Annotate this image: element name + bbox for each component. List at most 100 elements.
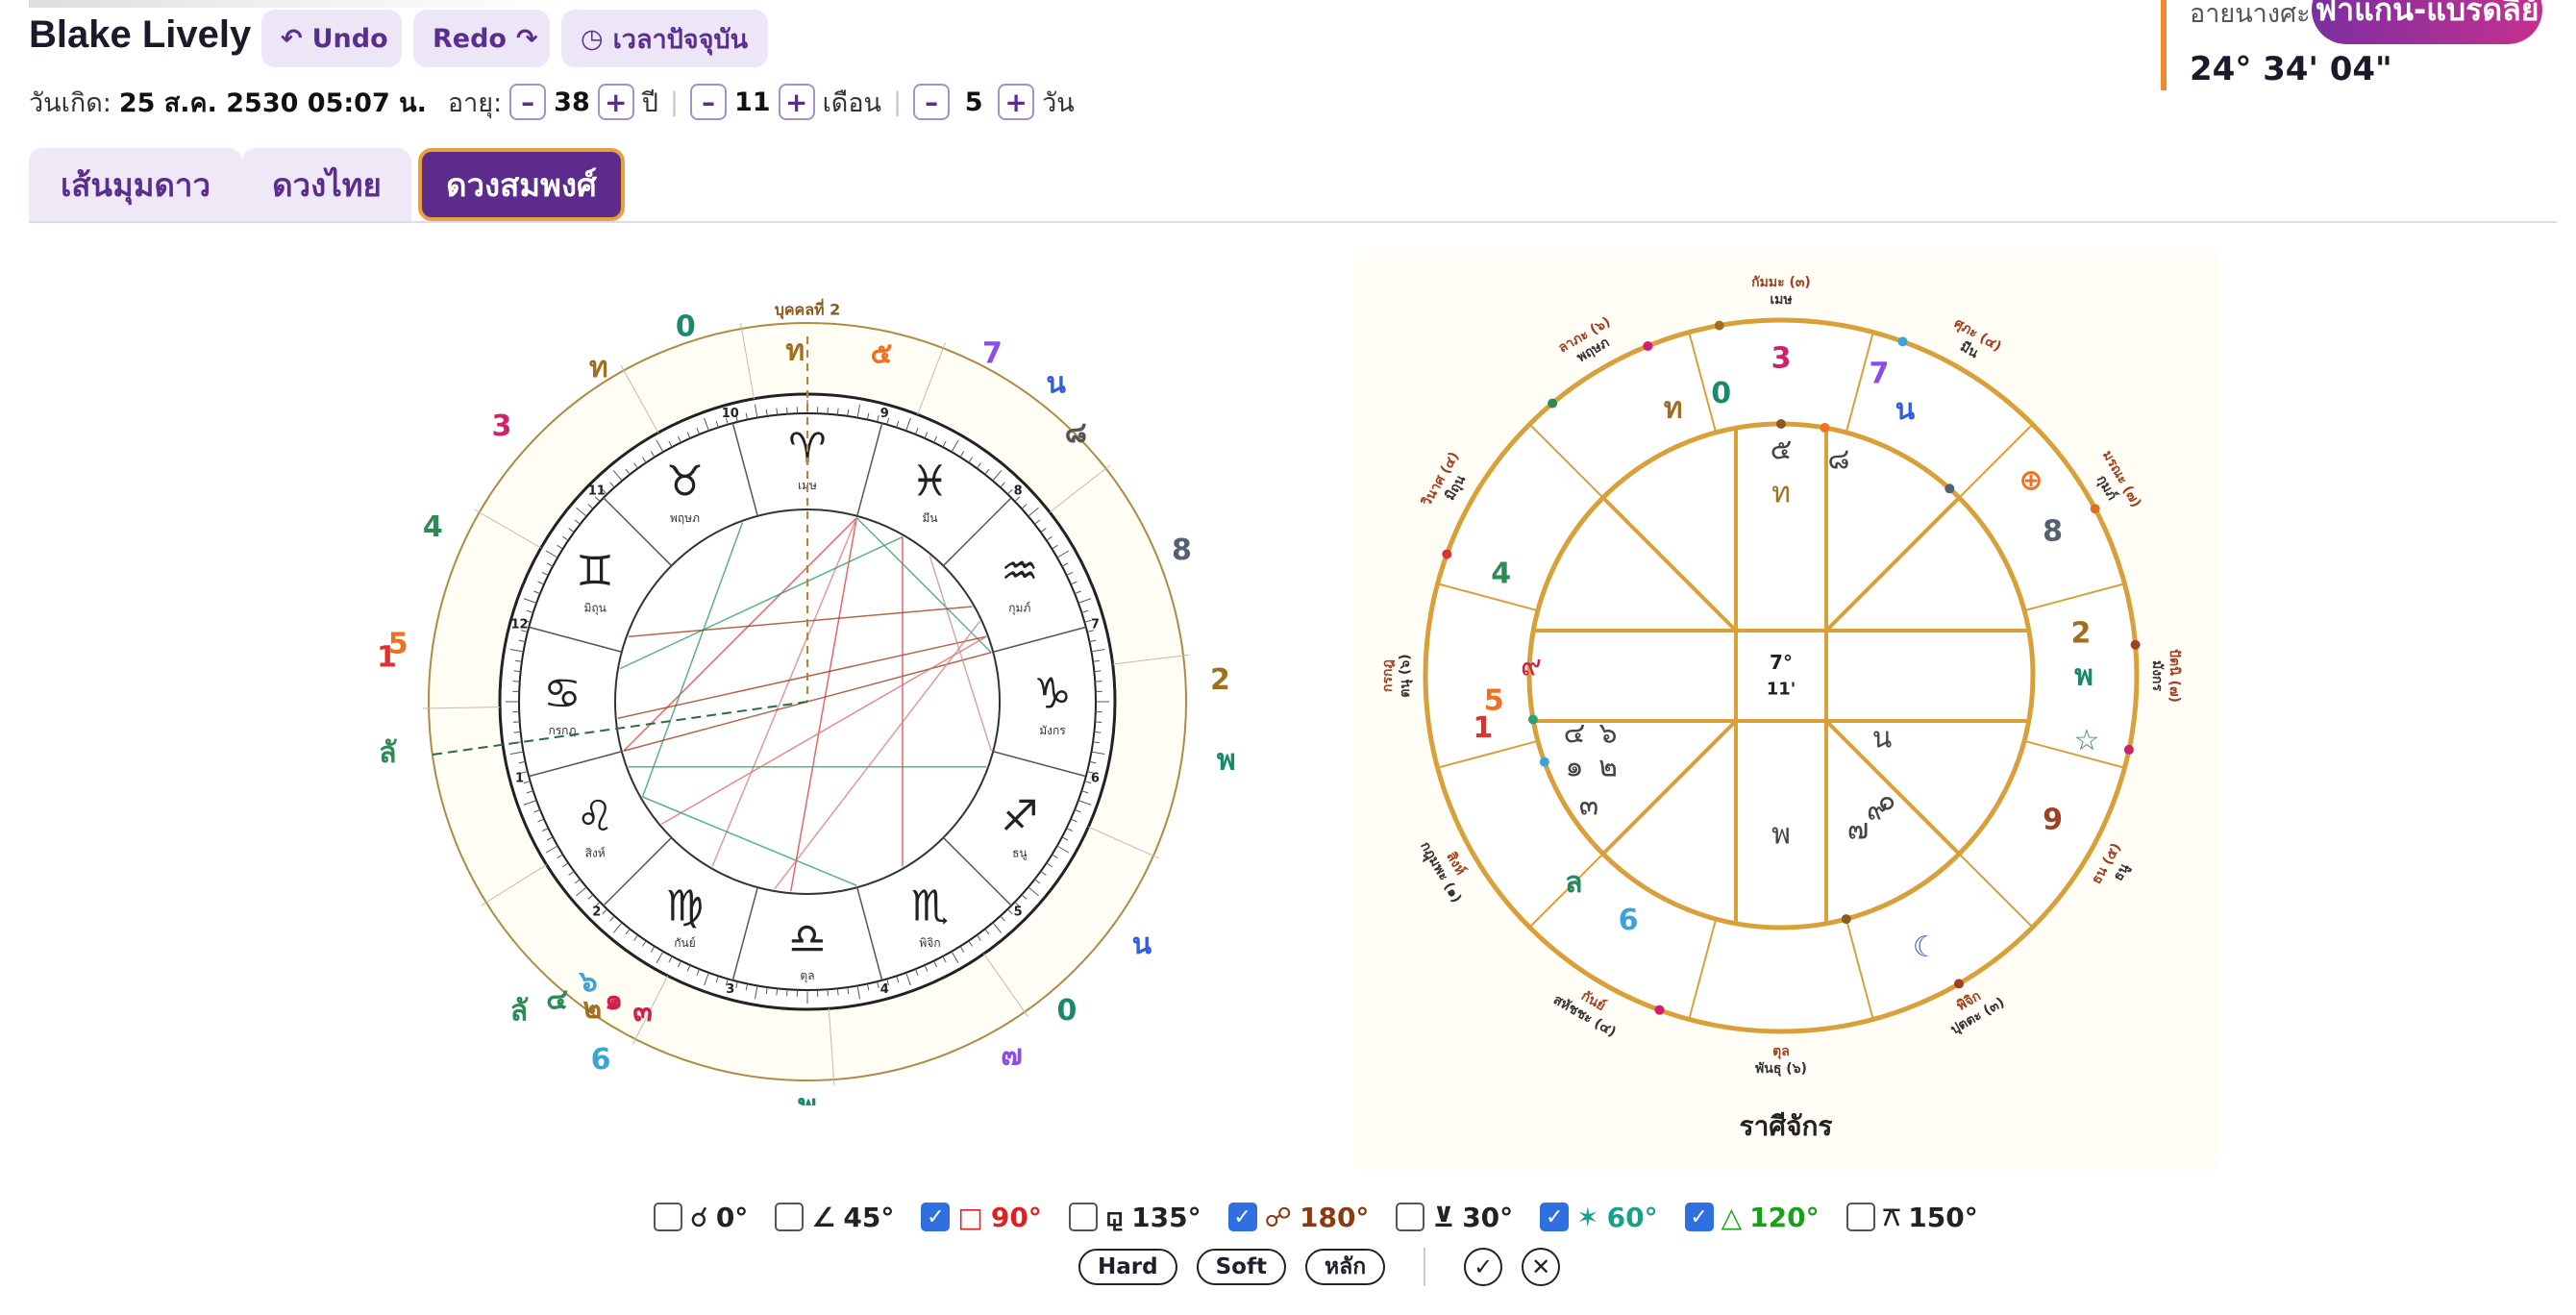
synastry-wheel: ♈เมษ♉พฤษภ♊มิถุน♋กรกฎ♌สิงห์♍กันย์♎ตุล♏พิจ… bbox=[377, 299, 1236, 1106]
top-edge-fade bbox=[29, 0, 567, 8]
clock-icon: ◷ bbox=[581, 23, 604, 54]
rasi-inner-label: ๘ bbox=[1827, 443, 1849, 477]
house-number: 6 bbox=[1091, 772, 1100, 786]
rasi-dot bbox=[1776, 419, 1786, 429]
ayanamsa-value: 24° 34' 04" bbox=[2190, 50, 2392, 88]
months-minus-button[interactable]: – bbox=[690, 84, 727, 120]
aspect-group-row: Hard Soft หลัก ✓ ✕ bbox=[1078, 1246, 1561, 1288]
birth-value: 25 ส.ค. 2530 05:07 น. bbox=[118, 87, 427, 118]
sign-glyph: ♒ bbox=[1001, 547, 1038, 596]
select-all-button[interactable]: ✓ bbox=[1464, 1248, 1503, 1286]
aspect-label: 90° bbox=[990, 1201, 1042, 1233]
rasi-dot bbox=[2090, 504, 2100, 514]
aspect-toggle[interactable]: ⚼ 135° bbox=[1068, 1201, 1201, 1233]
aspect-symbol-icon: ⚼ bbox=[1104, 1201, 1125, 1232]
rasi-planet-label: 5 bbox=[1484, 684, 1504, 718]
rasi-dot bbox=[1442, 549, 1452, 559]
aspect-checkbox[interactable] bbox=[1396, 1203, 1425, 1231]
sign-name: สิงห์ bbox=[585, 847, 606, 860]
aspect-label: 30° bbox=[1462, 1201, 1514, 1233]
planet-label: น bbox=[1046, 367, 1066, 401]
days-minus-button[interactable]: – bbox=[913, 84, 951, 120]
tab-synastry[interactable]: ดวงสมพงศ์ bbox=[418, 148, 625, 221]
aspect-toggle[interactable]: ⊻ 30° bbox=[1396, 1202, 1513, 1233]
sign-name: พิจิก bbox=[919, 936, 940, 950]
planet-label: 4 bbox=[423, 510, 443, 544]
person2-label: บุคคลที่ 2 bbox=[775, 299, 841, 320]
aspect-symbol-icon: ∠ bbox=[811, 1201, 836, 1233]
rasi-dot bbox=[1841, 914, 1851, 925]
planet-label: ๕ bbox=[871, 337, 893, 371]
planet-label: 3 bbox=[491, 409, 511, 443]
aspect-toggle[interactable]: ✓ □ 90° bbox=[921, 1201, 1042, 1233]
months-plus-button[interactable]: + bbox=[778, 84, 815, 120]
rasi-wheel: 7°11'กัมมะ (๓)เมษศุภะ (๔)มีนมรณะ (๗)กุมภ… bbox=[1380, 275, 2182, 1077]
hard-filter-button[interactable]: Hard bbox=[1078, 1249, 1177, 1285]
aspect-checkbox[interactable] bbox=[1845, 1203, 1875, 1231]
aspect-checkbox[interactable]: ✓ bbox=[1684, 1203, 1714, 1231]
sign-name: มังกร bbox=[1039, 724, 1066, 737]
undo-button[interactable]: ↶ Undo bbox=[261, 10, 402, 67]
aspect-symbol-icon: ⊻ bbox=[1432, 1201, 1455, 1233]
aspect-checkbox[interactable]: ✓ bbox=[921, 1203, 951, 1231]
sign-name: กุมภ์ bbox=[1008, 602, 1030, 616]
tab-thai-chart[interactable]: ดวงไทย bbox=[242, 148, 411, 221]
aspect-checkbox[interactable] bbox=[775, 1203, 805, 1231]
planet-label: 6 bbox=[591, 1043, 611, 1077]
sign-name: มิถุน bbox=[583, 602, 606, 616]
rasi-inner-label: น bbox=[1872, 722, 1893, 756]
planet-label: ๔ bbox=[546, 983, 568, 1017]
aspect-label: 150° bbox=[1908, 1201, 1978, 1233]
tab-underline bbox=[29, 221, 2557, 223]
birth-label: วันเกิด: bbox=[29, 87, 111, 118]
redo-button[interactable]: Redo ↷ bbox=[413, 10, 550, 67]
aspect-checkbox[interactable]: ✓ bbox=[1227, 1203, 1257, 1231]
aspect-toggle[interactable]: ✓ ✶ 60° bbox=[1540, 1201, 1658, 1233]
aspect-symbol-icon: ☌ bbox=[690, 1201, 708, 1233]
aspect-checkbox[interactable]: ✓ bbox=[1540, 1203, 1570, 1231]
years-plus-button[interactable]: + bbox=[597, 84, 634, 120]
rasi-sign-name: พันธุ (๖) bbox=[1755, 1061, 1807, 1077]
aspect-toggle[interactable]: ✓ △ 120° bbox=[1684, 1202, 1820, 1233]
house-number: 8 bbox=[1014, 484, 1023, 498]
rasi-inner-label: ๗ bbox=[1847, 813, 1870, 847]
rasi-planet-label: พ bbox=[2074, 659, 2093, 693]
sign-glyph: ♎ bbox=[788, 915, 826, 964]
aspect-toggle[interactable]: ☌ 0° bbox=[654, 1202, 748, 1233]
rasi-planet-label: ☾ bbox=[1913, 930, 1939, 964]
rasi-dot bbox=[1654, 1005, 1665, 1015]
rasi-dot bbox=[1944, 484, 1955, 494]
sign-name: ตุล bbox=[800, 969, 814, 983]
rasi-planet-label: ท bbox=[1664, 391, 1683, 425]
rasi-inner-label: ๖ bbox=[1598, 717, 1617, 751]
separator: | bbox=[669, 87, 679, 117]
house-number: 3 bbox=[726, 982, 734, 997]
planet-label: 7 bbox=[982, 336, 1003, 370]
aspect-label: 135° bbox=[1131, 1201, 1201, 1233]
years-minus-button[interactable]: – bbox=[509, 84, 547, 120]
rasi-inner-label: ๒ bbox=[1598, 751, 1618, 784]
rasi-chart-title: ราศีจักร bbox=[1739, 1110, 1833, 1142]
main-filter-button[interactable]: หลัก bbox=[1304, 1249, 1386, 1285]
aspect-toggle[interactable]: ✓ ☍ 180° bbox=[1227, 1202, 1369, 1233]
ayanamsa-badge[interactable]: ฟาแกน-แบรดลีย์ bbox=[2312, 0, 2542, 44]
aspect-checkbox[interactable] bbox=[1068, 1203, 1098, 1231]
planet-label: ท bbox=[785, 335, 805, 368]
aspect-label: 60° bbox=[1606, 1201, 1658, 1233]
redo-icon: ↷ bbox=[515, 23, 538, 54]
person-name: Blake Lively bbox=[29, 13, 252, 56]
sign-name: มีน bbox=[922, 511, 937, 525]
aspect-toggle[interactable]: ∠ 45° bbox=[775, 1202, 894, 1233]
aspect-checkbox[interactable] bbox=[654, 1203, 682, 1231]
planet-label: ๘ bbox=[1065, 416, 1087, 450]
aspect-toggle[interactable]: ⚻ 150° bbox=[1845, 1201, 1978, 1233]
soft-filter-button[interactable]: Soft bbox=[1196, 1249, 1286, 1285]
planet-label: ๑ bbox=[605, 983, 623, 1017]
tab-aspect-lines[interactable]: เส้นมุมดาว bbox=[29, 148, 242, 221]
days-plus-button[interactable]: + bbox=[998, 84, 1035, 120]
rasi-dot bbox=[1539, 757, 1549, 767]
now-button[interactable]: ◷ เวลาปัจจุบัน bbox=[561, 10, 768, 67]
sign-glyph: ♏ bbox=[911, 881, 949, 930]
rasi-inner-label: ๕ bbox=[1771, 434, 1793, 467]
clear-all-button[interactable]: ✕ bbox=[1522, 1248, 1561, 1286]
